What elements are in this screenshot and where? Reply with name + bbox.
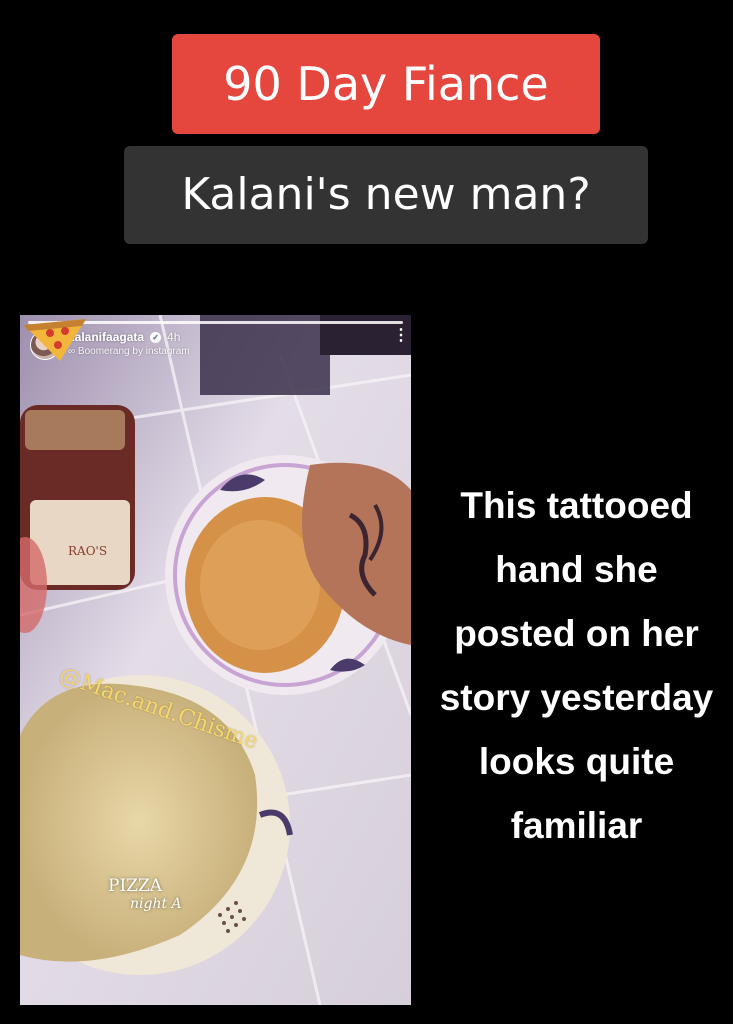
caption-line: looks quite: [478, 741, 675, 782]
title-banner: 90 Day Fiance: [172, 34, 600, 134]
caption-line: posted on her: [454, 613, 699, 654]
story-subtext[interactable]: Boomerang by instagram: [78, 346, 190, 357]
story-photo: RAO'S: [20, 315, 411, 1005]
caption-line: story yesterday: [439, 677, 714, 718]
caption-line: familiar: [510, 805, 643, 846]
caption-line: hand she: [495, 549, 658, 590]
pizza-slice-icon: [24, 319, 86, 361]
caption-text: This tattooed hand she posted on her sto…: [420, 474, 733, 858]
more-options-icon[interactable]: ⋮: [393, 328, 409, 353]
instagram-story-screenshot: RAO'S kalanifaagata ✓ 4h ∞ Boomerang by …: [20, 315, 411, 1005]
subtitle-banner: Kalani's new man?: [124, 146, 648, 244]
pizza-night-sticker: PIZZA night A: [108, 877, 182, 913]
story-time: 4h: [167, 330, 181, 344]
sticker-line-2: night A: [130, 896, 182, 912]
sticker-line-1: PIZZA: [108, 876, 163, 896]
verified-icon: ✓: [150, 331, 162, 343]
jar-label: RAO'S: [68, 544, 107, 558]
caption-line: This tattooed: [460, 485, 693, 526]
